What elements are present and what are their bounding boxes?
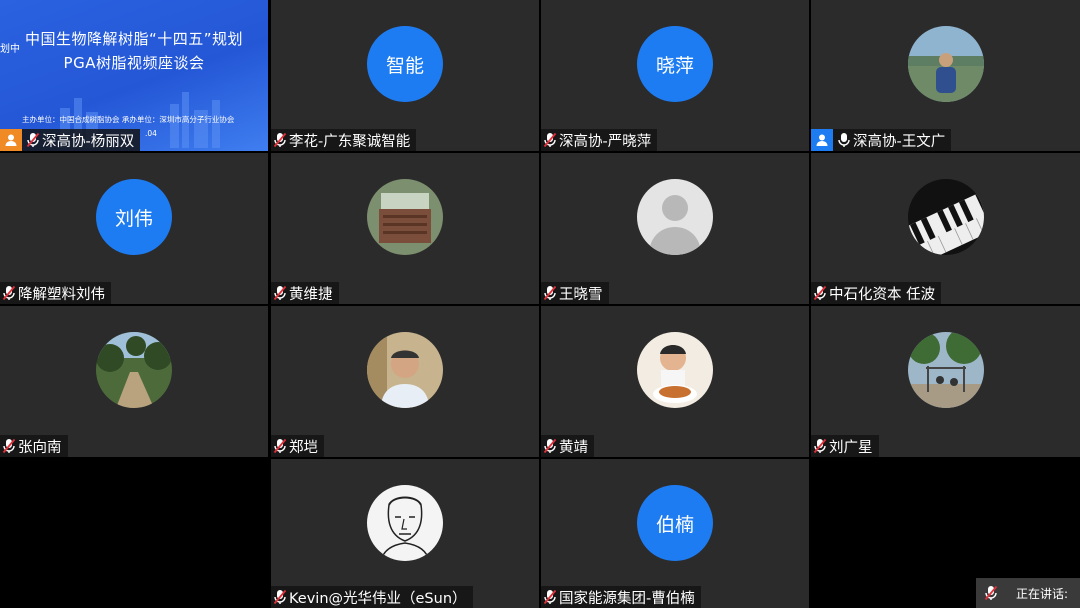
participant-tile-presentation[interactable]: 划中 中国生物降解树脂“十四五”规划 PGA树脂视频座谈会 主办单位：中国合成树… bbox=[0, 0, 268, 151]
mic-icon bbox=[838, 133, 850, 147]
participant-name-label: 深高协-严晓萍 bbox=[541, 129, 658, 151]
participant-name-label: 黄靖 bbox=[541, 435, 594, 457]
participant-name: 深高协-严晓萍 bbox=[559, 133, 652, 150]
participant-name: 国家能源集团-曹伯楠 bbox=[559, 590, 695, 607]
mic-muted-icon bbox=[543, 438, 557, 454]
text-avatar: 智能 bbox=[367, 26, 443, 102]
speaking-label: 正在讲话: bbox=[1016, 586, 1069, 601]
text-avatar: 刘伟 bbox=[96, 179, 172, 255]
participant-name-label: Kevin@光华伟业（eSun） bbox=[271, 586, 473, 608]
mic-muted-icon bbox=[273, 589, 287, 605]
mic-muted-icon bbox=[273, 285, 287, 301]
participant-name-label: 张向南 bbox=[0, 435, 68, 457]
mic-muted-icon bbox=[2, 438, 16, 454]
participant-name: 黄维捷 bbox=[289, 286, 333, 303]
photo-avatar bbox=[367, 179, 443, 255]
mic-muted-icon bbox=[273, 438, 287, 454]
participant-tile[interactable]: 中石化资本 任波 bbox=[811, 153, 1080, 304]
slide-title-line1: 中国生物降解树脂“十四五”规划 bbox=[24, 30, 244, 48]
participant-name: 深高协-杨丽双 bbox=[42, 133, 135, 150]
user-icon bbox=[811, 129, 833, 151]
participant-name-label: 深高协-王文广 bbox=[811, 129, 952, 151]
participant-tile[interactable]: 智能 李花-广东聚诚智能 bbox=[271, 0, 539, 151]
participant-tile[interactable]: 黄靖 bbox=[541, 306, 809, 457]
slide-title-line2: PGA树脂视频座谈会 bbox=[63, 54, 205, 72]
photo-avatar bbox=[907, 26, 984, 102]
photo-avatar bbox=[907, 332, 984, 408]
participant-name: 黄靖 bbox=[559, 439, 588, 456]
participant-name: 中石化资本 任波 bbox=[829, 286, 936, 303]
mic-muted-icon bbox=[2, 285, 16, 301]
participant-tile[interactable]: 深高协-王文广 bbox=[811, 0, 1080, 151]
participant-tile[interactable]: 刘广星 bbox=[811, 306, 1080, 457]
participant-name-label: 郑垲 bbox=[271, 435, 324, 457]
participant-name: 深高协-王文广 bbox=[853, 133, 946, 150]
photo-avatar bbox=[637, 332, 713, 408]
participant-name-label: 王晓雪 bbox=[541, 282, 609, 304]
participant-name-label: 李花-广东聚诚智能 bbox=[271, 129, 417, 151]
participant-tile[interactable]: 伯楠 国家能源集团-曹伯楠 bbox=[541, 459, 809, 608]
participant-name-label: 降解塑料刘伟 bbox=[0, 282, 111, 304]
mic-muted-icon bbox=[543, 132, 557, 148]
participant-name: 张向南 bbox=[18, 439, 62, 456]
slide-date: .04 bbox=[145, 129, 157, 138]
speaking-indicator: 正在讲话: bbox=[976, 578, 1080, 608]
default-avatar-icon bbox=[637, 179, 713, 255]
mic-muted-icon bbox=[543, 589, 557, 605]
participant-tile[interactable]: 王晓雪 bbox=[541, 153, 809, 304]
slide-footer: 主办单位：中国合成树脂协会 承办单位：深圳市高分子行业协会 bbox=[22, 115, 235, 124]
photo-avatar bbox=[907, 179, 984, 255]
photo-avatar bbox=[367, 332, 443, 408]
mic-muted-icon bbox=[273, 132, 287, 148]
mic-muted-icon bbox=[813, 285, 827, 301]
participant-tile[interactable]: 郑垲 bbox=[271, 306, 539, 457]
participant-name: 降解塑料刘伟 bbox=[18, 286, 105, 303]
mic-muted-icon bbox=[813, 438, 827, 454]
participant-tile[interactable]: 张向南 bbox=[0, 306, 268, 457]
photo-avatar bbox=[367, 485, 443, 561]
participant-name-label: 刘广星 bbox=[811, 435, 879, 457]
participant-tile[interactable]: 黄维捷 bbox=[271, 153, 539, 304]
empty-slot bbox=[0, 459, 268, 608]
participant-tile[interactable]: 刘伟 降解塑料刘伟 bbox=[0, 153, 268, 304]
participant-name-label: 深高协-杨丽双 bbox=[0, 129, 141, 151]
text-avatar: 伯楠 bbox=[637, 485, 713, 561]
participant-name-label: 黄维捷 bbox=[271, 282, 339, 304]
participant-name-label: 国家能源集团-曹伯楠 bbox=[541, 586, 701, 608]
text-avatar: 晓萍 bbox=[637, 26, 713, 102]
participant-name-label: 中石化资本 任波 bbox=[811, 282, 942, 304]
user-icon bbox=[0, 129, 22, 151]
participant-name: 王晓雪 bbox=[559, 286, 603, 303]
photo-avatar bbox=[96, 332, 172, 408]
participant-tile[interactable]: Kevin@光华伟业（eSun） bbox=[271, 459, 539, 608]
mic-muted-icon bbox=[26, 132, 40, 148]
participant-name: 李花-广东聚诚智能 bbox=[289, 133, 411, 150]
mic-muted-icon bbox=[984, 585, 998, 601]
participant-name: 刘广星 bbox=[829, 439, 873, 456]
participant-tile[interactable]: 晓萍 深高协-严晓萍 bbox=[541, 0, 809, 151]
participant-name: 郑垲 bbox=[289, 439, 318, 456]
participant-name: Kevin@光华伟业（eSun） bbox=[289, 590, 467, 607]
mic-muted-icon bbox=[543, 285, 557, 301]
